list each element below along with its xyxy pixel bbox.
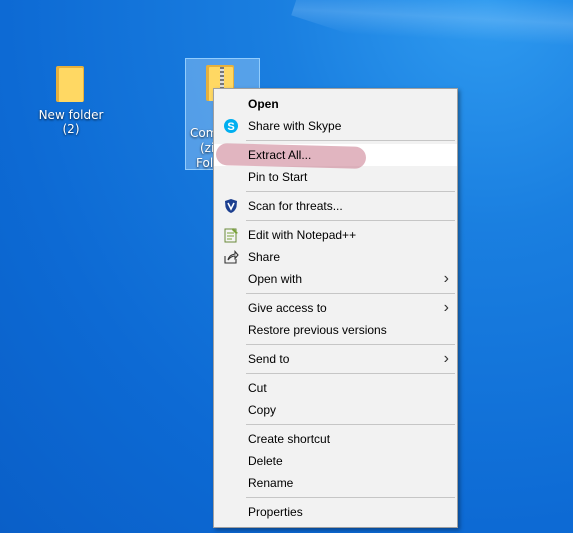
menu-item-open[interactable]: Open [214, 93, 457, 115]
menu-separator [246, 293, 455, 294]
desktop-icon-label: New folder [38, 108, 104, 122]
menu-item-scan-for-threats[interactable]: Scan for threats... [214, 195, 457, 217]
chevron-right-icon: › [443, 350, 449, 367]
menu-item-pin-to-start[interactable]: Pin to Start [214, 166, 457, 188]
menu-item-share-with-skype[interactable]: S Share with Skype [214, 115, 457, 137]
folder-icon [56, 62, 86, 102]
svg-text:S: S [227, 121, 234, 133]
chevron-right-icon: › [443, 299, 449, 316]
share-icon [223, 249, 239, 265]
menu-separator [246, 424, 455, 425]
menu-item-send-to[interactable]: Send to › [214, 348, 457, 370]
desktop-background: New folder (2) I Com (zi Fol Open S [0, 0, 573, 533]
desktop-icon-new-folder[interactable]: New folder (2) [34, 62, 108, 136]
menu-item-rename[interactable]: Rename [214, 472, 457, 494]
menu-separator [246, 220, 455, 221]
menu-item-cut[interactable]: Cut [214, 377, 457, 399]
menu-separator [246, 140, 455, 141]
defender-shield-icon [223, 198, 239, 214]
chevron-right-icon: › [443, 270, 449, 287]
menu-item-open-with[interactable]: Open with › [214, 268, 457, 290]
menu-item-copy[interactable]: Copy [214, 399, 457, 421]
menu-separator [246, 191, 455, 192]
menu-separator [246, 373, 455, 374]
menu-item-properties[interactable]: Properties [214, 501, 457, 523]
desktop-icon-label: (2) [62, 122, 80, 136]
menu-separator [246, 497, 455, 498]
menu-item-give-access-to[interactable]: Give access to › [214, 297, 457, 319]
menu-item-delete[interactable]: Delete [214, 450, 457, 472]
menu-item-share[interactable]: Share [214, 246, 457, 268]
menu-item-create-shortcut[interactable]: Create shortcut [214, 428, 457, 450]
menu-separator [246, 344, 455, 345]
menu-item-restore-previous-versions[interactable]: Restore previous versions [214, 319, 457, 341]
menu-item-extract-all[interactable]: Extract All... [214, 143, 457, 169]
context-menu: Open S Share with Skype Extract All... P… [213, 88, 458, 528]
skype-icon: S [223, 118, 239, 134]
notepad-plus-plus-icon [223, 227, 239, 243]
menu-item-edit-with-notepad-plus-plus[interactable]: Edit with Notepad++ [214, 224, 457, 246]
